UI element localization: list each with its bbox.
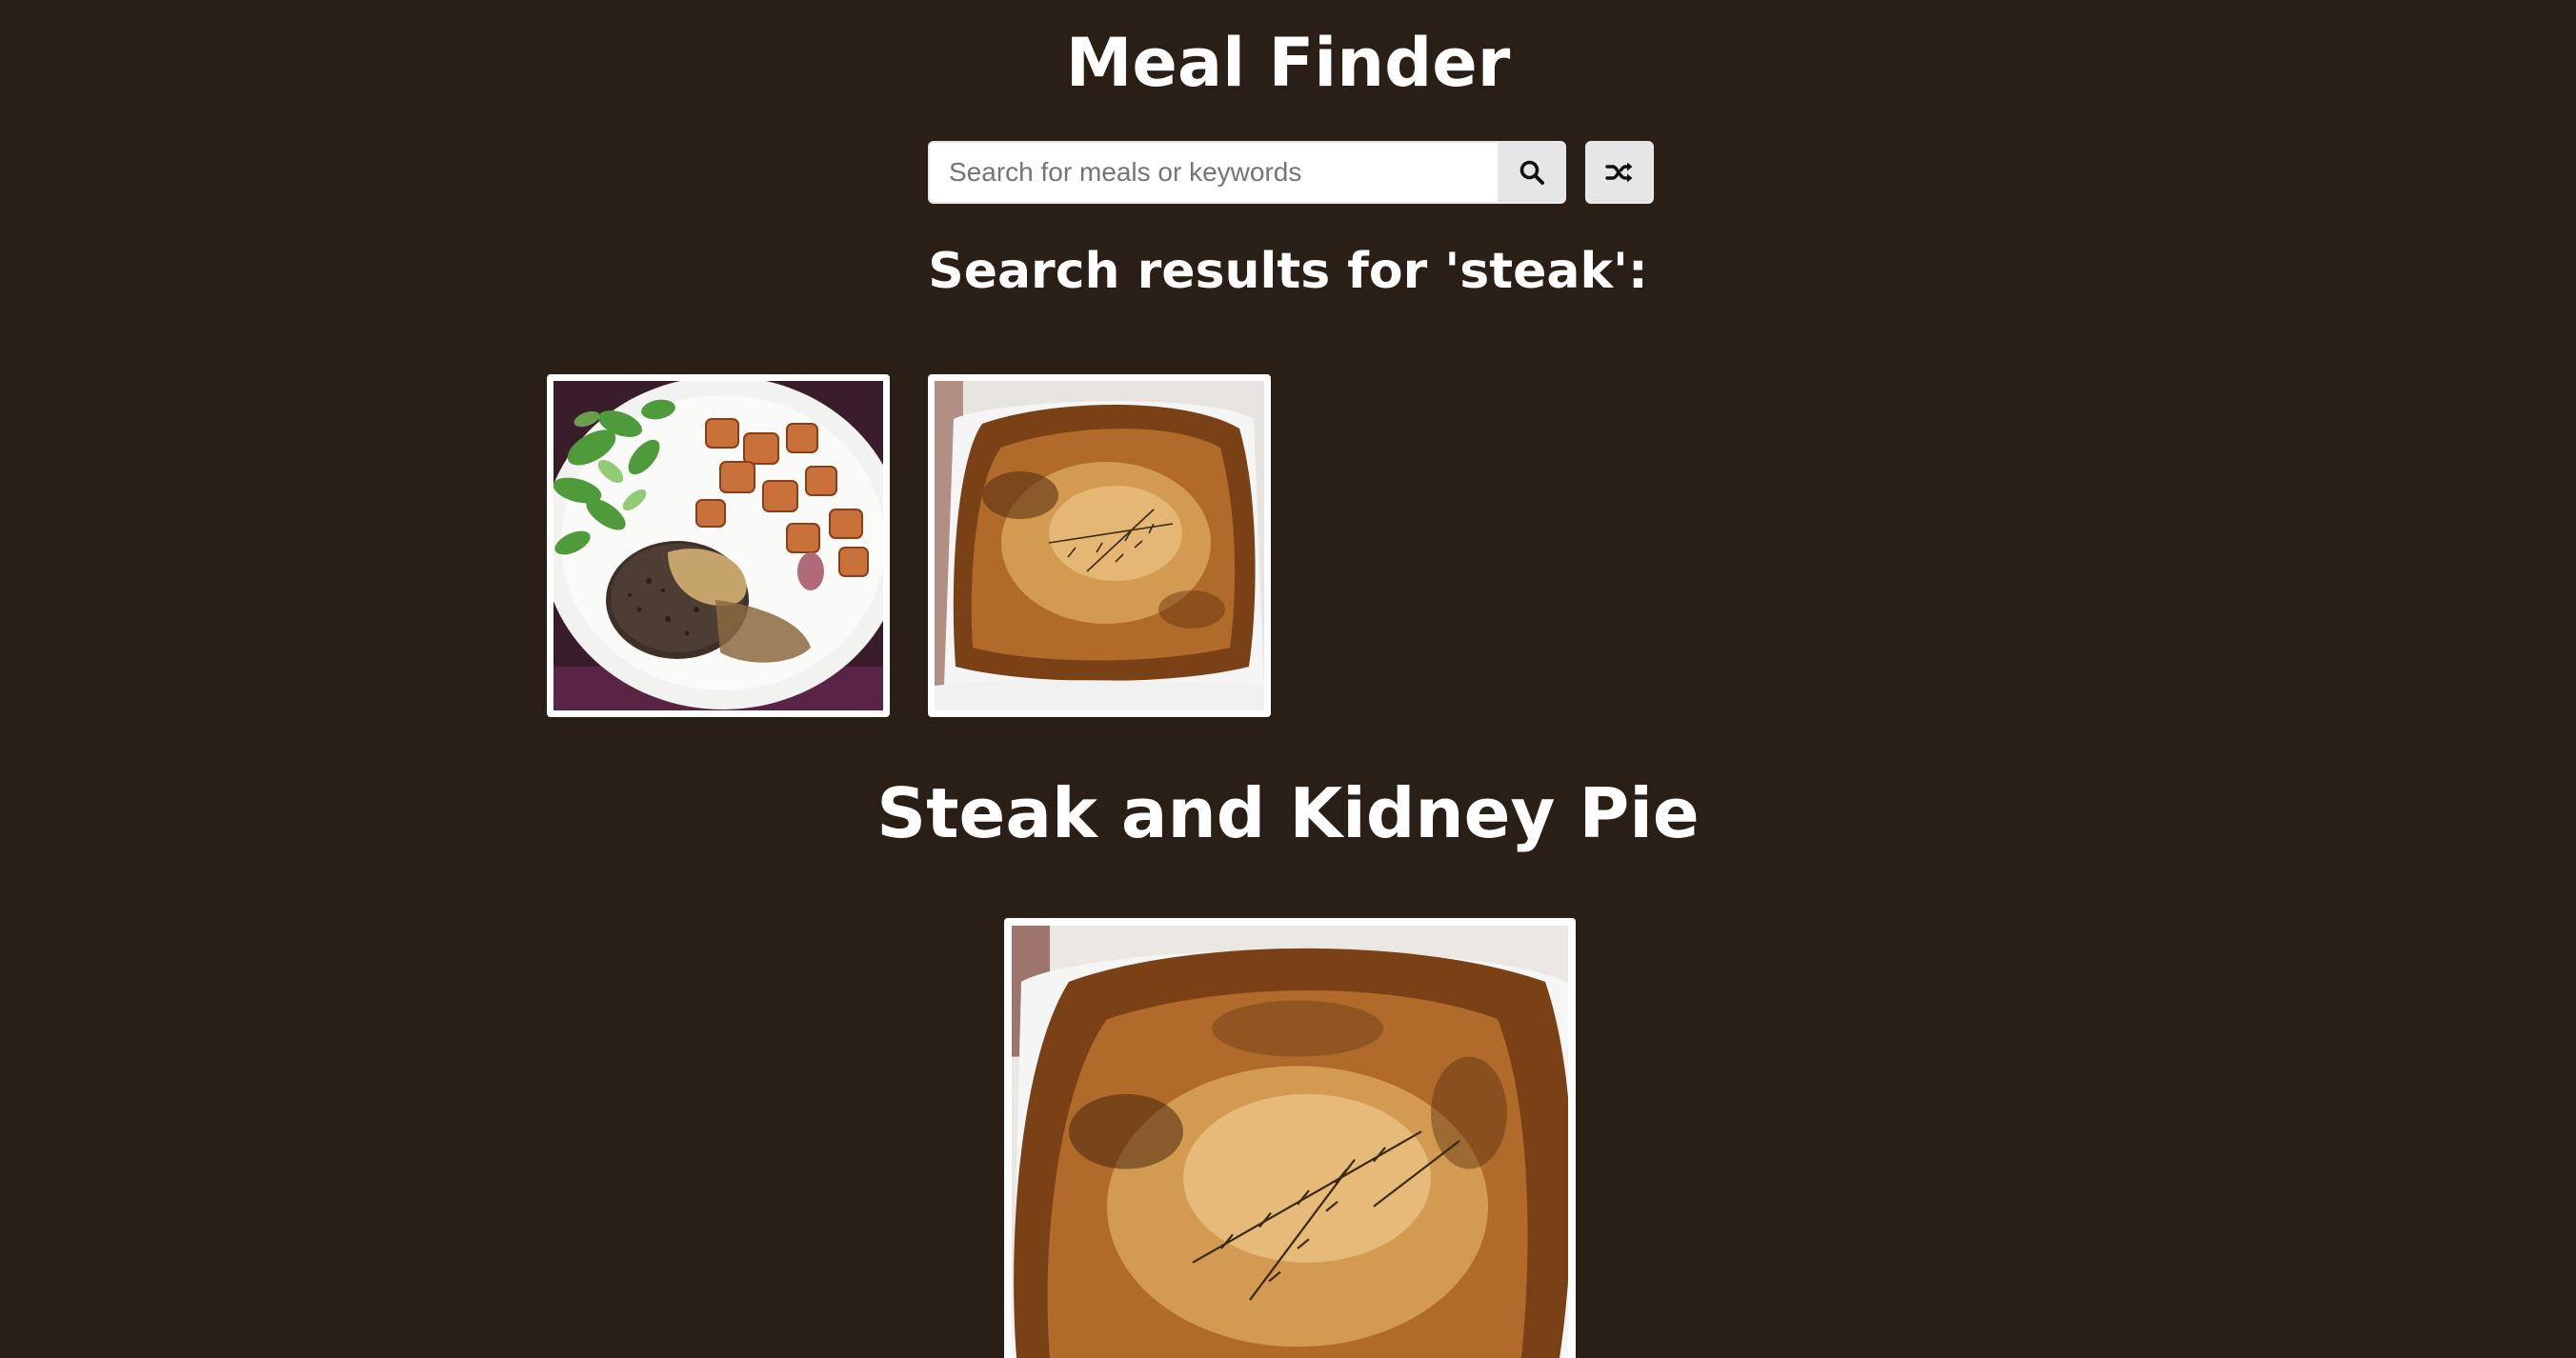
app-title: Meal Finder: [1065, 24, 1511, 102]
results-heading: Search results for 'steak':: [928, 243, 1648, 300]
meal-card[interactable]: [928, 374, 1271, 717]
search-button[interactable]: [1498, 141, 1566, 204]
meal-image-steak-and-kidney-pie: [935, 381, 1264, 710]
meal-image-detail: [1012, 926, 1568, 1358]
meal-card[interactable]: [547, 374, 890, 717]
page: Meal Finder Search resul: [0, 0, 2576, 1358]
search-form: [928, 141, 1654, 208]
random-meal-button[interactable]: [1585, 141, 1654, 204]
selected-meal-image: [1004, 918, 1576, 1358]
meal-image-steak-diane: [553, 381, 883, 710]
selected-meal-title: Steak and Kidney Pie: [876, 773, 1700, 853]
search-input[interactable]: [928, 141, 1498, 204]
shuffle-icon: [1605, 160, 1634, 185]
results-grid: [547, 374, 1271, 717]
search-icon: [1519, 159, 1545, 186]
